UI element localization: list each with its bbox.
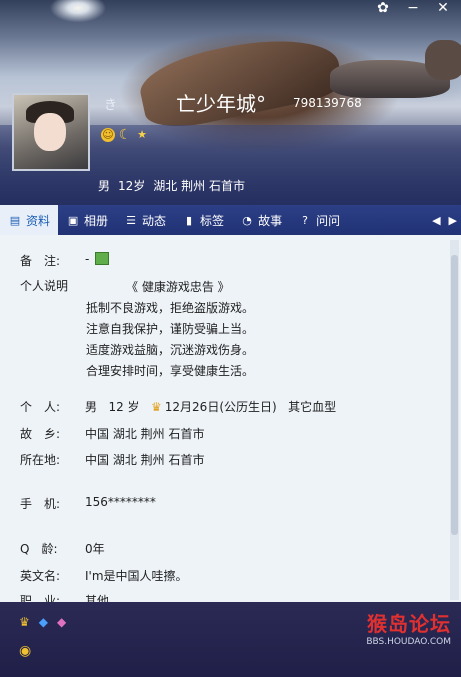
tag-icon: ▮: [186, 213, 193, 227]
sun-icon[interactable]: ☺: [101, 128, 115, 142]
level-badges: ☺ ☾ ★: [101, 128, 149, 142]
tab-tag[interactable]: ▮ 标签: [174, 205, 232, 235]
hometown-row: 故 乡: 中国 湖北 荆州 石首市: [20, 427, 205, 441]
moon-icon[interactable]: ☾: [118, 128, 132, 142]
album-icon: ▣: [67, 213, 79, 227]
tab-feed[interactable]: ☰ 动态: [116, 205, 174, 235]
phone-row: 手 机: 156********: [20, 495, 156, 511]
profile-icon: ▤: [9, 213, 21, 227]
profile-header: ✿ − ✕ き 亡少年城° 798139768 ☺ ☾ ★ 男 12岁 湖北 荆…: [0, 0, 461, 205]
ask-icon: ?: [302, 213, 308, 227]
window-controls: ✿ − ✕: [375, 0, 451, 16]
crown-icon: ♛: [151, 400, 162, 414]
personal-row: 个 人: 男 12 岁 ♛ 12月26日(公历生日) 其它血型: [20, 400, 337, 414]
minimize-icon[interactable]: −: [405, 0, 421, 16]
remark-row: 备 注: -: [20, 252, 110, 269]
edit-remark-icon[interactable]: [95, 252, 110, 265]
tab-story[interactable]: ◔ 故事: [232, 205, 290, 235]
tab-album[interactable]: ▣ 相册: [58, 205, 116, 235]
tab-scroll: ◀ ▶: [432, 214, 461, 227]
header-background: [134, 24, 346, 136]
remark-value: -: [85, 252, 90, 266]
diamond-pink-icon[interactable]: ◆: [57, 615, 66, 629]
gender: 男: [98, 179, 111, 193]
scrollbar-thumb[interactable]: [451, 255, 458, 535]
intro-text: 《 健康游戏忠告 》 抵制不良游戏，拒绝盗版游戏。 注意自我保护，谨防受骗上当。…: [86, 280, 255, 378]
star-icon[interactable]: ★: [135, 128, 149, 142]
arrow-left-icon[interactable]: ◀: [432, 214, 440, 227]
qq-number: 798139768: [293, 96, 362, 110]
profile-window: ✿ − ✕ き 亡少年城° 798139768 ☺ ☾ ★ 男 12岁 湖北 荆…: [0, 0, 461, 677]
profile-details: 备 注: - 个人说明 《 健康游戏忠告 》 抵制不良游戏，拒绝盗版游戏。 注意…: [0, 235, 449, 603]
vip-icon[interactable]: ♛: [19, 615, 30, 629]
location: 湖北 荆州 石首市: [153, 179, 245, 193]
intro-row: 个人说明: [20, 279, 69, 293]
age: 12岁: [118, 179, 146, 193]
location-row: 所在地: 中国 湖北 荆州 石首市: [20, 453, 205, 467]
english-name-row: 英文名: I'm是中国人哇擦。: [20, 569, 188, 583]
nickname: 亡少年城°: [176, 92, 266, 116]
diamond-blue-icon[interactable]: ◆: [39, 615, 48, 629]
tab-profile[interactable]: ▤ 资料: [0, 205, 59, 235]
gold-badge-icon[interactable]: ◉: [19, 643, 31, 659]
tab-bar: ▤ 资料 ▣ 相册 ☰ 动态 ▮ 标签 ◔ 故事 ? 问问 ◀ ▶: [0, 205, 461, 235]
close-icon[interactable]: ✕: [435, 0, 451, 16]
arrow-right-icon[interactable]: ▶: [449, 214, 457, 227]
skin-icon[interactable]: ✿: [375, 0, 391, 16]
avatar[interactable]: [12, 93, 90, 171]
service-icons: ♛ ◆ ◆: [19, 615, 66, 629]
watermark: 猴岛论坛 BBS.HOUDAO.COM: [366, 612, 451, 647]
nickname-prefix: き: [104, 98, 118, 113]
feed-icon: ☰: [126, 213, 136, 227]
tab-ask[interactable]: ? 问问: [290, 205, 348, 235]
qage-row: Q 龄: 0年: [20, 542, 105, 556]
profile-summary: 男 12岁 湖北 荆州 石首市: [98, 177, 245, 194]
story-icon: ◔: [242, 213, 252, 227]
